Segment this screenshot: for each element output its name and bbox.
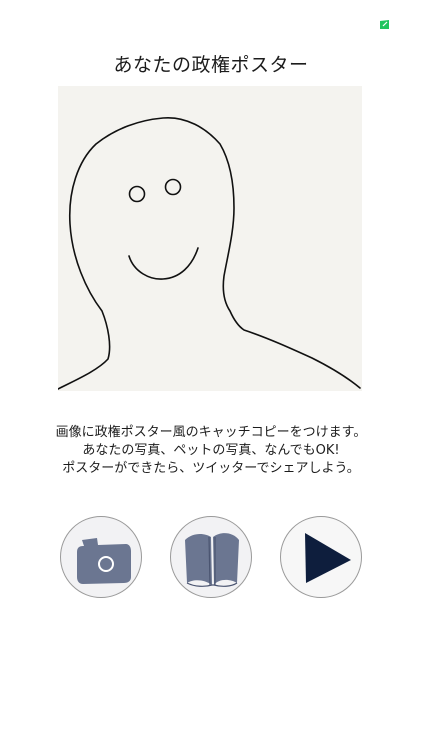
description: 画像に政権ポスター風のキャッチコピーをつけます。 あなたの写真、ペットの写真、な… <box>0 424 422 478</box>
description-line: 画像に政権ポスター風のキャッチコピーをつけます。 <box>55 425 367 440</box>
camera-icon <box>77 538 131 584</box>
poster-canvas[interactable] <box>58 86 362 391</box>
smiley-face-sketch-icon <box>58 117 361 390</box>
album-button[interactable] <box>170 516 252 598</box>
play-button[interactable] <box>280 516 362 598</box>
camera-button[interactable] <box>60 516 142 598</box>
description-line: あなたの写真、ペットの写真、なんでもOK! <box>82 443 340 458</box>
page-title: あなたの政権ポスター <box>113 54 309 76</box>
book-icon <box>185 533 239 587</box>
green-flag-icon <box>380 20 389 29</box>
play-icon <box>305 533 351 583</box>
description-line: ポスターができたら、ツイッターでシェアしよう。 <box>62 461 360 476</box>
